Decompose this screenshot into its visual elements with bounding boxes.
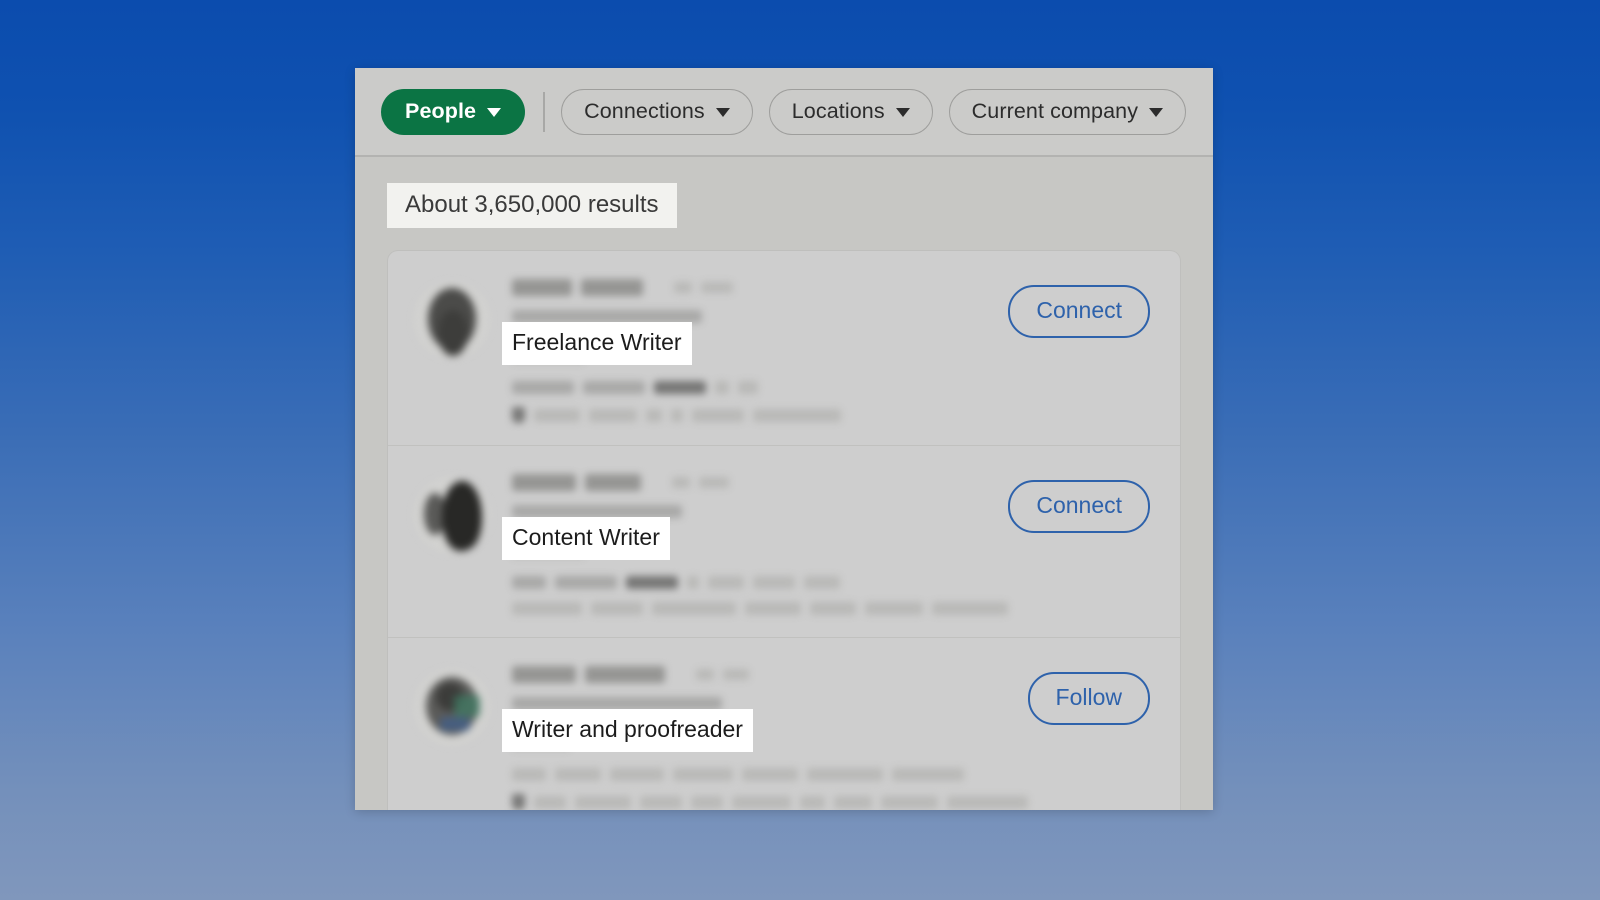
highlight-headline-3: Writer and proofreader	[502, 709, 753, 753]
connect-button[interactable]: Connect	[1008, 480, 1150, 534]
highlight-headline-2: Content Writer	[502, 517, 670, 561]
mutual-connections-blurred	[512, 794, 1028, 810]
chevron-down-icon	[715, 108, 730, 117]
result-list-item[interactable]: Writer and proofreader Follow	[388, 638, 1180, 810]
filter-pill-connections-label: Connections	[584, 99, 705, 123]
avatar[interactable]	[414, 669, 490, 746]
person-icon	[512, 407, 525, 424]
profile-name-blurred	[512, 474, 1008, 492]
filter-pill-current-company[interactable]: Current company	[948, 88, 1187, 135]
result-details: Writer and proofreader	[502, 664, 1028, 810]
person-icon	[512, 794, 525, 810]
filter-bar-divider	[543, 91, 546, 132]
result-list-item[interactable]: Freelance Writer Connect	[388, 251, 1180, 447]
mutual-connections-blurred	[512, 407, 1008, 424]
highlight-headline-1: Freelance Writer	[502, 322, 692, 366]
result-count-text: About 3,650,000 results	[387, 183, 677, 229]
filter-pill-locations[interactable]: Locations	[768, 88, 933, 135]
filter-pill-connections[interactable]: Connections	[561, 88, 753, 135]
result-count-container: About 3,650,000 results	[387, 183, 677, 229]
avatar[interactable]	[414, 477, 490, 554]
avatar[interactable]	[414, 282, 490, 359]
search-results-window: People Connections Locations Current com…	[355, 68, 1213, 810]
results-area: About 3,650,000 results Freelance Writer…	[355, 157, 1213, 810]
filter-pill-current-company-label: Current company	[971, 99, 1139, 123]
chevron-down-icon	[1149, 108, 1164, 117]
results-list: Freelance Writer Connect Content Writer …	[387, 250, 1181, 810]
past-company-blurred	[512, 576, 1008, 590]
profile-name-blurred	[512, 279, 1008, 297]
chevron-down-icon	[487, 108, 502, 117]
filter-bar: People Connections Locations Current com…	[355, 68, 1213, 157]
services-blurred	[512, 602, 1008, 616]
chevron-down-icon	[895, 108, 910, 117]
about-blurred	[512, 768, 1028, 782]
connect-button[interactable]: Connect	[1008, 285, 1150, 339]
result-details: Freelance Writer	[502, 277, 1008, 424]
profile-name-blurred	[512, 666, 1028, 684]
filter-pill-people[interactable]: People	[381, 88, 526, 135]
result-details: Content Writer	[502, 472, 1008, 616]
follow-button[interactable]: Follow	[1027, 672, 1150, 726]
current-company-blurred	[512, 381, 1008, 395]
filter-pill-locations-label: Locations	[791, 99, 885, 123]
result-list-item[interactable]: Content Writer Connect	[388, 446, 1180, 639]
filter-pill-people-label: People	[405, 99, 477, 123]
